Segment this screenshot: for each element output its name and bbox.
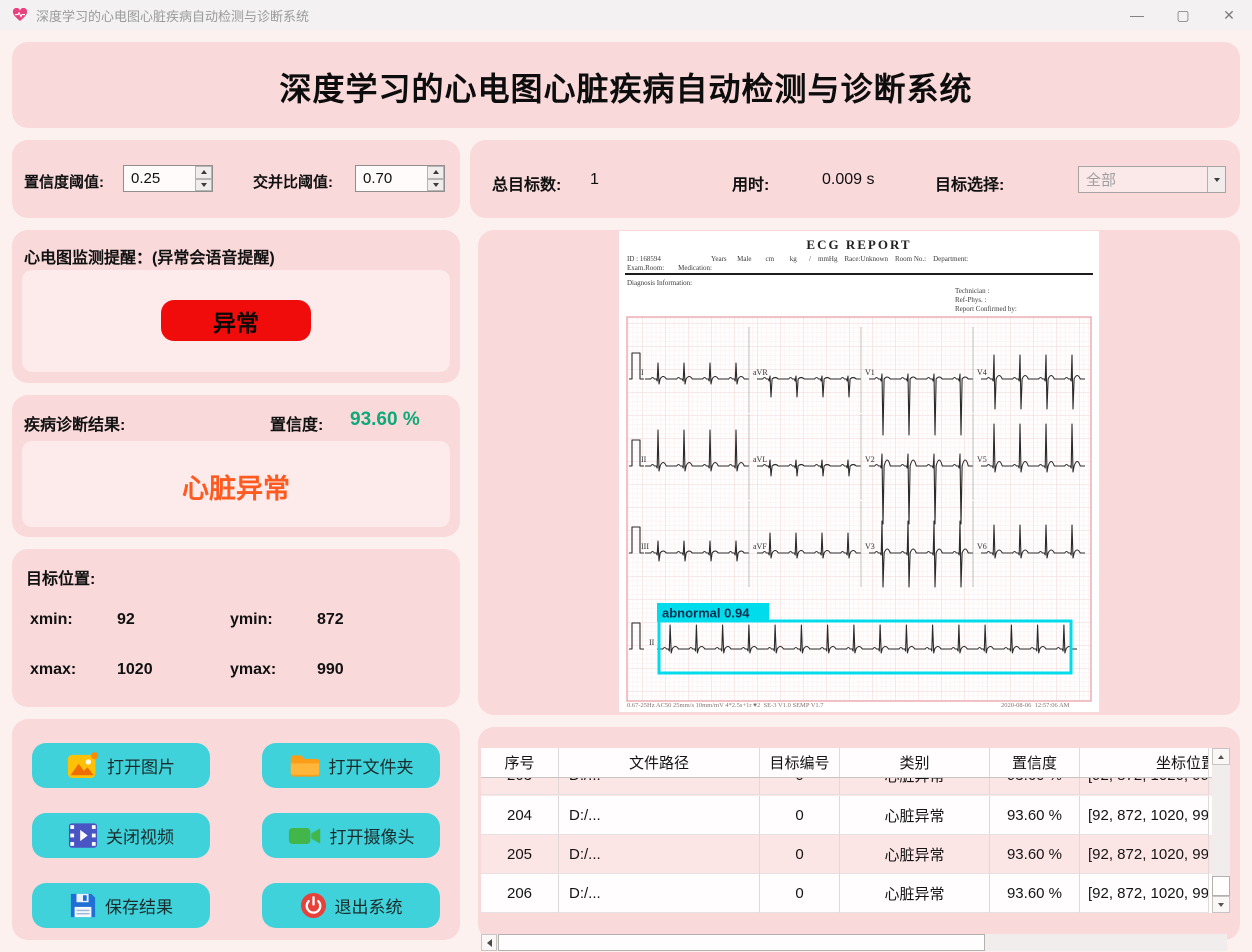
iou-spin-up-icon[interactable]: [427, 166, 444, 179]
table-header-row: 序号 文件路径 目标编号 类别 置信度 坐标位置: [481, 748, 1227, 778]
monitor-status-area: 异常: [22, 270, 450, 372]
confidence-threshold-label: 置信度阈值:: [24, 171, 104, 192]
elapsed-time-label: 用时:: [732, 171, 769, 195]
ecg-report-image: ECG REPORT ID : 168594 Years Male cm kg …: [619, 231, 1099, 712]
maximize-button[interactable]: ▢: [1160, 0, 1206, 30]
page-title: 深度学习的心电图心脏疾病自动检测与诊断系统: [12, 64, 1240, 110]
vertical-scroll-thumb[interactable]: [1212, 876, 1230, 896]
scroll-up-icon[interactable]: [1212, 748, 1230, 765]
header-panel: 深度学习的心电图心脏疾病自动检测与诊断系统: [12, 42, 1240, 128]
svg-text:I: I: [641, 368, 644, 377]
confidence-spin-down-icon[interactable]: [195, 179, 212, 192]
monitor-title: 心电图监测提醒：(异常会语音提醒): [24, 244, 275, 268]
position-title: 目标位置:: [26, 565, 95, 589]
target-select-value: 全部: [1079, 169, 1207, 190]
target-select-label: 目标选择:: [935, 171, 1004, 195]
window-title: 深度学习的心电图心脏疾病自动检测与诊断系统: [36, 6, 309, 25]
title-bar: 深度学习的心电图心脏疾病自动检测与诊断系统 — ▢ ✕: [0, 0, 1252, 30]
close-video-button[interactable]: 关闭视频: [32, 813, 210, 858]
iou-threshold-spinbox: [355, 165, 445, 192]
folder-icon: [289, 753, 321, 779]
header-target-id: 目标编号: [760, 748, 840, 777]
svg-text:aVL: aVL: [753, 455, 767, 464]
elapsed-time-value: 0.009 s: [822, 171, 874, 189]
table-row[interactable]: 205 D:/... 0 心脏异常 93.60 % [92, 872, 1020…: [481, 835, 1227, 874]
results-table-panel: 序号 文件路径 目标编号 类别 置信度 坐标位置 203 D:/... 0 心脏…: [478, 727, 1240, 940]
xmax-label: xmax:: [30, 661, 76, 679]
minimize-button[interactable]: —: [1114, 0, 1160, 30]
iou-spin-down-icon[interactable]: [427, 179, 444, 192]
diagnosis-panel: 疾病诊断结果: 置信度: 93.60 % 心脏异常: [12, 395, 460, 537]
close-button[interactable]: ✕: [1206, 0, 1252, 30]
svg-text:abnormal 0.94: abnormal 0.94: [662, 606, 750, 621]
table-row[interactable]: 206 D:/... 0 心脏异常 93.60 % [92, 872, 1020…: [481, 874, 1227, 913]
horizontal-scroll-thumb[interactable]: [498, 934, 985, 951]
ymax-value: 990: [317, 661, 344, 679]
header-coords: 坐标位置: [1156, 752, 1209, 773]
power-icon: [300, 892, 327, 919]
svg-text:V5: V5: [977, 455, 987, 464]
ymin-label: ymin:: [230, 611, 273, 629]
header-index: 序号: [481, 748, 559, 777]
ecg-footer-left: 0.67-25Hz AC50 25mm/s 10mm/mV 4*2.5s+1r …: [627, 702, 824, 709]
ymax-label: ymax:: [230, 661, 276, 679]
svg-text:III: III: [641, 542, 649, 551]
open-camera-button[interactable]: 打开摄像头: [262, 813, 440, 858]
xmin-value: 92: [117, 611, 135, 629]
threshold-settings-panel: 置信度阈值: 交并比阈值:: [12, 140, 460, 218]
confidence-spin-up-icon[interactable]: [195, 166, 212, 179]
action-buttons-panel: 打开图片 打开文件夹 关闭视频 打开摄像头: [12, 719, 460, 940]
total-targets-value: 1: [590, 171, 599, 189]
target-select-dropdown[interactable]: 全部: [1078, 166, 1226, 193]
svg-text:V1: V1: [865, 368, 875, 377]
diagnosis-result-area: 心脏异常: [22, 441, 450, 527]
diagnosis-title: 疾病诊断结果:: [24, 411, 125, 435]
svg-text:aVR: aVR: [753, 368, 768, 377]
xmax-value: 1020: [117, 661, 153, 679]
diagnosis-result-text: 心脏异常: [22, 467, 450, 506]
iou-threshold-label: 交并比阈值:: [253, 171, 333, 192]
horizontal-scrollbar[interactable]: [481, 934, 1227, 951]
svg-text:aVF: aVF: [753, 542, 767, 551]
svg-text:II: II: [641, 455, 647, 464]
total-targets-label: 总目标数:: [492, 171, 561, 195]
header-confidence: 置信度: [990, 748, 1080, 777]
svg-text:V2: V2: [865, 455, 875, 464]
results-table: 序号 文件路径 目标编号 类别 置信度 坐标位置 203 D:/... 0 心脏…: [481, 748, 1227, 913]
open-image-button[interactable]: 打开图片: [32, 743, 210, 788]
vertical-scrollbar[interactable]: [1212, 748, 1230, 913]
svg-text:V3: V3: [865, 542, 875, 551]
ecg-waveform-svg: IaVR V1 V4 II aVL V2 V5 III aVF V3 V6 II abnormal 0.…: [619, 231, 1099, 712]
ymin-value: 872: [317, 611, 344, 629]
ecg-monitor-panel: 心电图监测提醒：(异常会语音提醒) 异常: [12, 230, 460, 383]
table-row[interactable]: 204 D:/... 0 心脏异常 93.60 % [92, 872, 1020…: [481, 796, 1227, 835]
table-row-partial[interactable]: 203 D:/... 0 心脏异常 93.60 % [92, 872, 1020…: [481, 778, 1227, 796]
header-class: 类别: [840, 748, 990, 777]
scroll-left-icon[interactable]: [481, 934, 497, 951]
target-position-panel: 目标位置: xmin: 92 ymin: 872 xmax: 1020 ymax…: [12, 549, 460, 707]
open-folder-button[interactable]: 打开文件夹: [262, 743, 440, 788]
ecg-display-panel: ECG REPORT ID : 168594 Years Male cm kg …: [478, 230, 1240, 715]
save-floppy-icon: [69, 892, 97, 919]
svg-text:V4: V4: [977, 368, 987, 377]
camera-icon: [288, 824, 322, 848]
save-results-button[interactable]: 保存结果: [32, 883, 210, 928]
app-logo-heart-icon: [12, 8, 28, 22]
header-filepath: 文件路径: [559, 748, 760, 777]
diagnosis-confidence-label: 置信度:: [270, 411, 323, 435]
scroll-down-icon[interactable]: [1212, 896, 1230, 913]
confidence-threshold-spinbox: [123, 165, 213, 192]
svg-text:V6: V6: [977, 542, 987, 551]
stats-panel: 总目标数: 1 用时: 0.009 s 目标选择: 全部: [470, 140, 1240, 218]
diagnosis-confidence-value: 93.60 %: [350, 409, 420, 431]
video-film-icon: [68, 822, 98, 849]
dropdown-arrow-icon[interactable]: [1207, 167, 1225, 192]
ecg-footer-timestamp: 2020-08-06 12:57:06 AM: [1001, 702, 1069, 709]
abnormal-status-badge: 异常: [161, 300, 311, 341]
image-icon: [67, 752, 99, 779]
svg-text:II: II: [649, 638, 655, 647]
exit-system-button[interactable]: 退出系统: [262, 883, 440, 928]
xmin-label: xmin:: [30, 611, 73, 629]
